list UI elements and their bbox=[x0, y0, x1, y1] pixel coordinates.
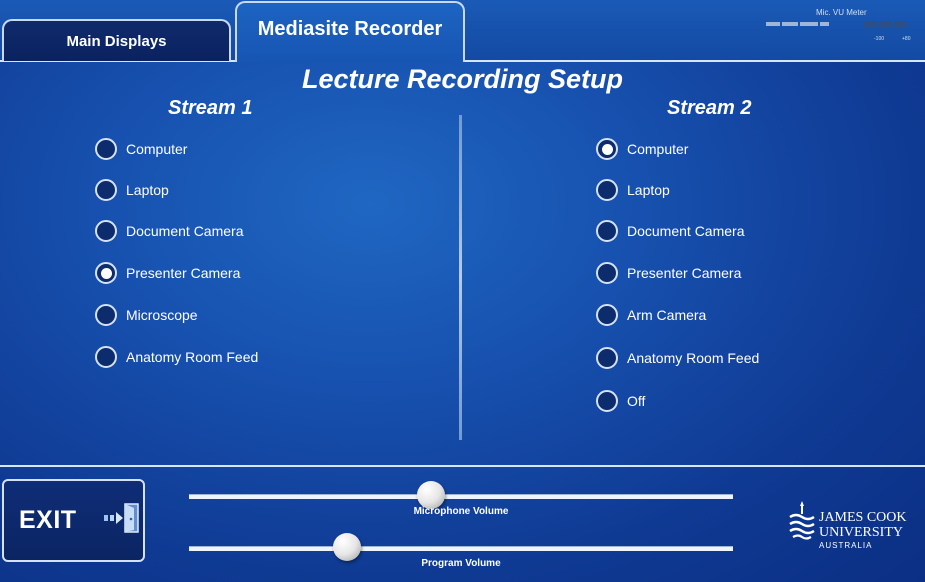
option-label: Laptop bbox=[126, 182, 169, 198]
stream2-option-document-camera[interactable]: Document Camera bbox=[596, 218, 745, 244]
vu-meter-bars bbox=[766, 22, 829, 26]
option-label: Arm Camera bbox=[627, 307, 707, 323]
radio-button-selected[interactable] bbox=[596, 138, 618, 160]
radio-button[interactable] bbox=[95, 304, 117, 326]
option-label: Computer bbox=[126, 141, 188, 157]
jcu-logo: JAMES COOK UNIVERSITY AUSTRALIA bbox=[786, 497, 921, 557]
radio-button[interactable] bbox=[596, 179, 618, 201]
vu-meter-peak-bars bbox=[864, 21, 907, 28]
microphone-volume-label: Microphone Volume bbox=[413, 506, 509, 517]
jcu-crest-icon bbox=[789, 501, 815, 540]
slider-track[interactable] bbox=[189, 494, 733, 499]
logo-text-line3: AUSTRALIA bbox=[819, 541, 873, 550]
stream2-option-arm-camera[interactable]: Arm Camera bbox=[596, 302, 706, 328]
stream2-option-anatomy-room-feed[interactable]: Anatomy Room Feed bbox=[596, 345, 759, 371]
stream2-option-presenter-camera[interactable]: Presenter Camera bbox=[596, 260, 741, 286]
stream-divider bbox=[459, 115, 462, 440]
vu-tick-low: -100 bbox=[874, 36, 885, 42]
tab-main-displays[interactable]: Main Displays bbox=[2, 19, 231, 61]
option-label: Anatomy Room Feed bbox=[126, 349, 259, 365]
radio-button[interactable] bbox=[95, 138, 117, 160]
exit-button[interactable]: EXIT bbox=[2, 479, 145, 562]
program-volume-label: Program Volume bbox=[421, 558, 501, 569]
vu-meter-label: Mic. VU Meter bbox=[816, 8, 867, 17]
radio-button[interactable] bbox=[95, 220, 117, 242]
logo-text-line1: JAMES COOK bbox=[819, 510, 907, 525]
radio-button[interactable] bbox=[596, 304, 618, 326]
logo-text-line2: UNIVERSITY bbox=[819, 525, 903, 540]
mic-vu-meter: Mic. VU Meter -100 +80 bbox=[762, 5, 920, 45]
option-label: Laptop bbox=[627, 182, 670, 198]
stream1-option-anatomy-room-feed[interactable]: Anatomy Room Feed bbox=[95, 344, 258, 370]
option-label: Document Camera bbox=[627, 223, 745, 239]
option-label: Presenter Camera bbox=[627, 265, 742, 281]
radio-button[interactable] bbox=[95, 179, 117, 201]
option-label: Presenter Camera bbox=[126, 265, 241, 281]
option-label: Microscope bbox=[126, 307, 198, 323]
slider-knob[interactable] bbox=[332, 533, 361, 561]
slider-track[interactable] bbox=[189, 546, 733, 551]
vu-tick-high: +80 bbox=[902, 36, 911, 42]
stream2-option-computer[interactable]: Computer bbox=[596, 136, 688, 162]
radio-button[interactable] bbox=[596, 390, 618, 412]
radio-button-selected[interactable] bbox=[95, 262, 117, 284]
exit-door-icon bbox=[101, 500, 141, 541]
page-title: Lecture Recording Setup bbox=[301, 64, 624, 94]
stream1-option-computer[interactable]: Computer bbox=[95, 136, 187, 162]
stream2-option-laptop[interactable]: Laptop bbox=[596, 177, 670, 203]
stream2-option-off[interactable]: Off bbox=[596, 388, 645, 414]
option-label: Document Camera bbox=[126, 223, 244, 239]
option-label: Anatomy Room Feed bbox=[627, 350, 760, 366]
stream1-title: Stream 1 bbox=[168, 97, 253, 119]
option-label: Off bbox=[627, 393, 646, 409]
radio-button[interactable] bbox=[596, 347, 618, 369]
option-label: Computer bbox=[627, 141, 689, 157]
bottom-divider bbox=[0, 465, 925, 467]
stream2-title: Stream 2 bbox=[667, 97, 752, 119]
stream1-option-laptop[interactable]: Laptop bbox=[95, 177, 169, 203]
tab-mediasite-recorder[interactable]: Mediasite Recorder bbox=[235, 1, 465, 62]
stream1-option-microscope[interactable]: Microscope bbox=[95, 302, 198, 328]
stream1-option-presenter-camera[interactable]: Presenter Camera bbox=[95, 260, 240, 286]
radio-button[interactable] bbox=[596, 220, 618, 242]
radio-button[interactable] bbox=[596, 262, 618, 284]
exit-label: EXIT bbox=[19, 506, 77, 534]
stream1-option-document-camera[interactable]: Document Camera bbox=[95, 218, 244, 244]
radio-button[interactable] bbox=[95, 346, 117, 368]
slider-knob[interactable] bbox=[417, 481, 446, 509]
